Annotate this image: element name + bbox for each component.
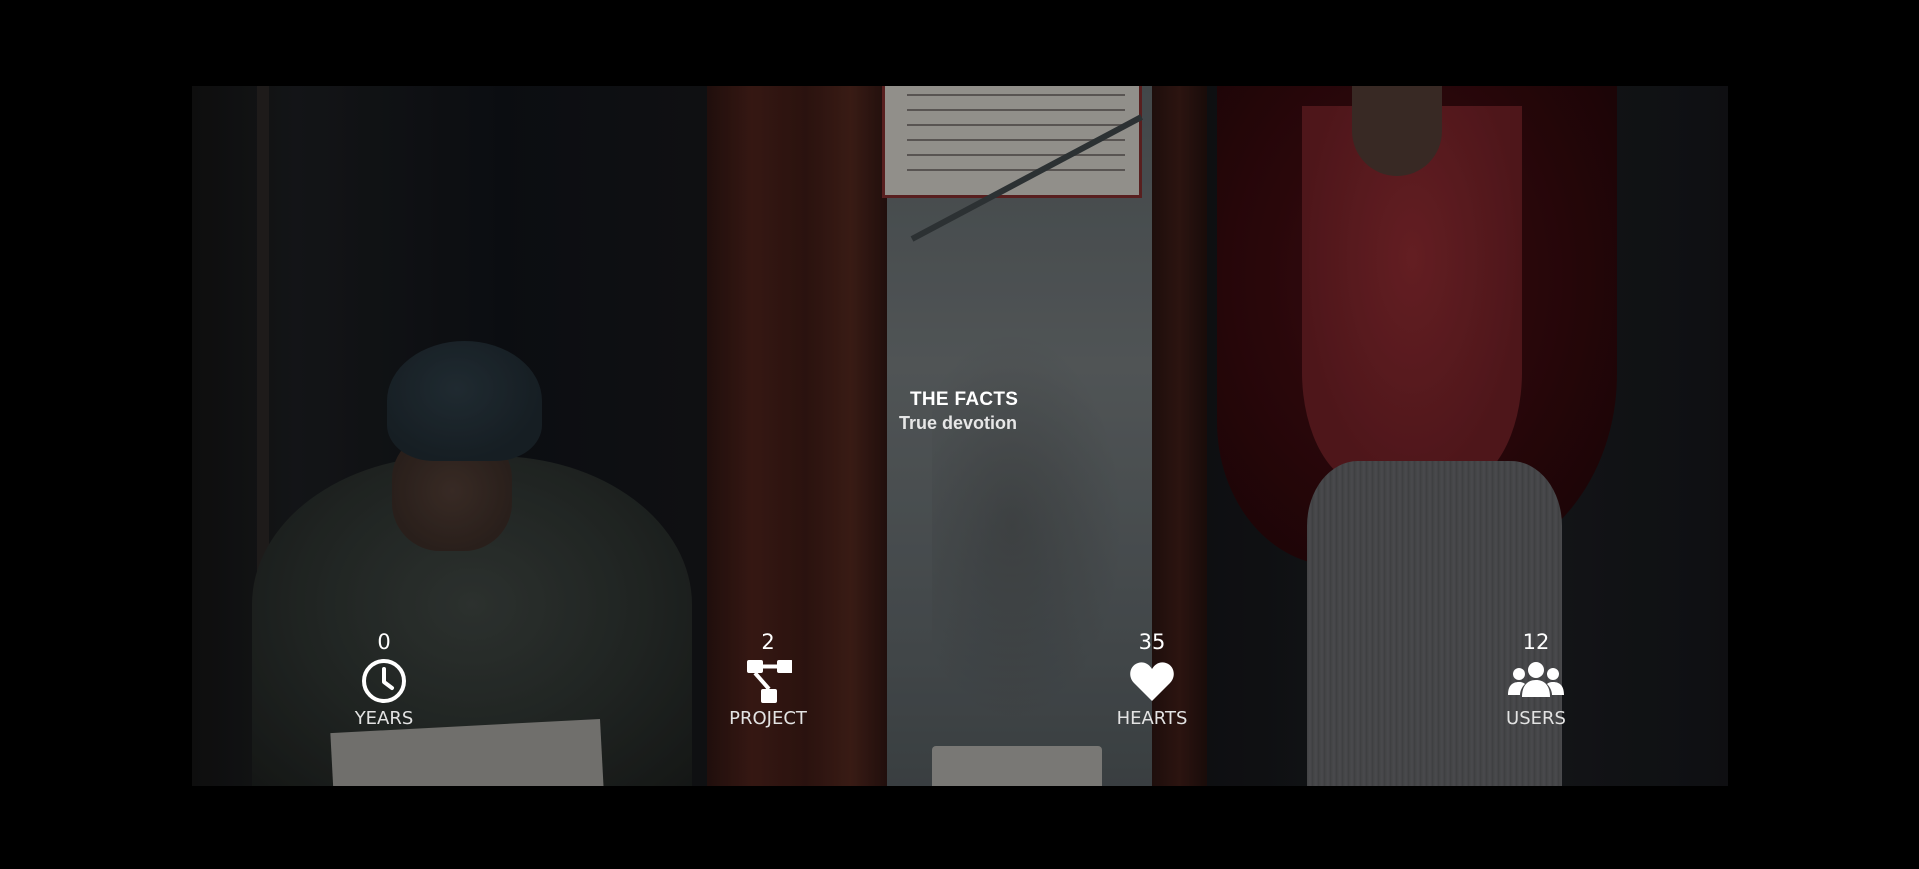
- section-subtitle: True devotion: [899, 413, 1018, 433]
- users-icon: [1508, 657, 1564, 705]
- counter-value: 12: [1522, 630, 1550, 654]
- counter-value: 35: [1138, 630, 1166, 654]
- counter-project: 2 PROJECT: [708, 628, 828, 729]
- counter-value: 2: [761, 630, 775, 654]
- counter-label: HEARTS: [1116, 708, 1188, 729]
- sitemap-icon: [744, 657, 792, 705]
- clock-icon: [360, 657, 408, 705]
- counter-label: YEARS: [354, 708, 414, 729]
- facts-section: THE FACTS True devotion 0 YEARS 2 PROJEC…: [192, 86, 1728, 786]
- counter-hearts: 35 HEARTS: [1092, 628, 1212, 729]
- counter-value: 0: [377, 630, 391, 654]
- counter-label: PROJECT: [729, 708, 807, 729]
- section-title: THE FACTS: [910, 389, 1019, 410]
- counter-years: 0 YEARS: [324, 628, 444, 729]
- counter-label: USERS: [1506, 708, 1566, 729]
- counter-users: 12 USERS: [1476, 628, 1596, 729]
- heart-icon: [1128, 657, 1176, 705]
